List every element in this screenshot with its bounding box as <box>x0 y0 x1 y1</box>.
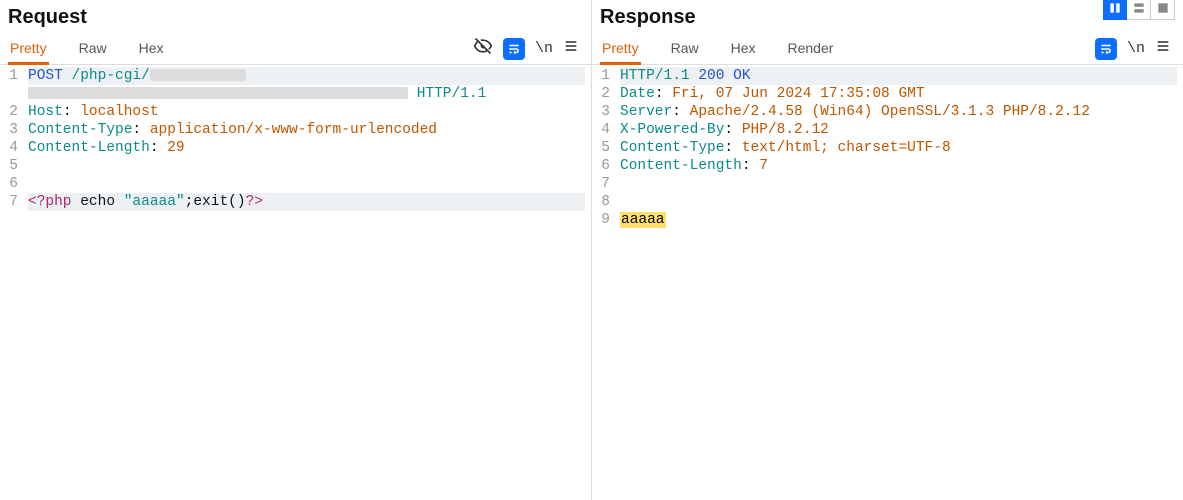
response-title: Response <box>592 0 1183 33</box>
response-pane: Response Pretty Raw Hex Render \n 123456789… <box>592 0 1183 500</box>
request-gutter: 1234567 <box>0 65 22 500</box>
eye-off-icon[interactable] <box>473 36 493 61</box>
layout-columns-button[interactable] <box>1103 0 1127 20</box>
tab-raw[interactable]: Raw <box>669 34 701 64</box>
response-tabbar: Pretty Raw Hex Render \n <box>592 33 1183 65</box>
layout-single-button[interactable] <box>1151 0 1175 20</box>
response-editor[interactable]: 123456789 HTTP/1.1 200 OKDate: Fri, 07 J… <box>592 65 1183 500</box>
request-tabbar: Pretty Raw Hex \n <box>0 33 591 65</box>
menu-icon[interactable] <box>563 38 579 59</box>
response-code[interactable]: HTTP/1.1 200 OKDate: Fri, 07 Jun 2024 17… <box>614 65 1183 500</box>
tab-hex[interactable]: Hex <box>729 34 758 64</box>
tab-hex[interactable]: Hex <box>137 34 166 64</box>
tab-raw[interactable]: Raw <box>77 34 109 64</box>
layout-rows-button[interactable] <box>1127 0 1151 20</box>
request-title: Request <box>0 0 591 33</box>
menu-icon[interactable] <box>1155 38 1171 59</box>
request-editor[interactable]: 1234567 POST /php-cgi/ HTTP/1.1Host: loc… <box>0 65 591 500</box>
newline-icon[interactable]: \n <box>535 40 553 57</box>
newline-icon[interactable]: \n <box>1127 40 1145 57</box>
request-tabs: Pretty Raw Hex <box>8 34 473 64</box>
request-pane: Request Pretty Raw Hex \n 1234567 POST /ph… <box>0 0 592 500</box>
tab-render[interactable]: Render <box>786 34 836 64</box>
layout-buttons <box>1103 0 1175 20</box>
request-code[interactable]: POST /php-cgi/ HTTP/1.1Host: localhostCo… <box>22 65 591 500</box>
tab-pretty[interactable]: Pretty <box>8 34 49 65</box>
response-tabs: Pretty Raw Hex Render <box>600 34 1095 64</box>
tab-pretty[interactable]: Pretty <box>600 34 641 65</box>
response-gutter: 123456789 <box>592 65 614 500</box>
wrap-icon[interactable] <box>503 38 525 60</box>
wrap-icon[interactable] <box>1095 38 1117 60</box>
response-toolbar: \n <box>1095 38 1175 60</box>
request-toolbar: \n <box>473 36 583 61</box>
